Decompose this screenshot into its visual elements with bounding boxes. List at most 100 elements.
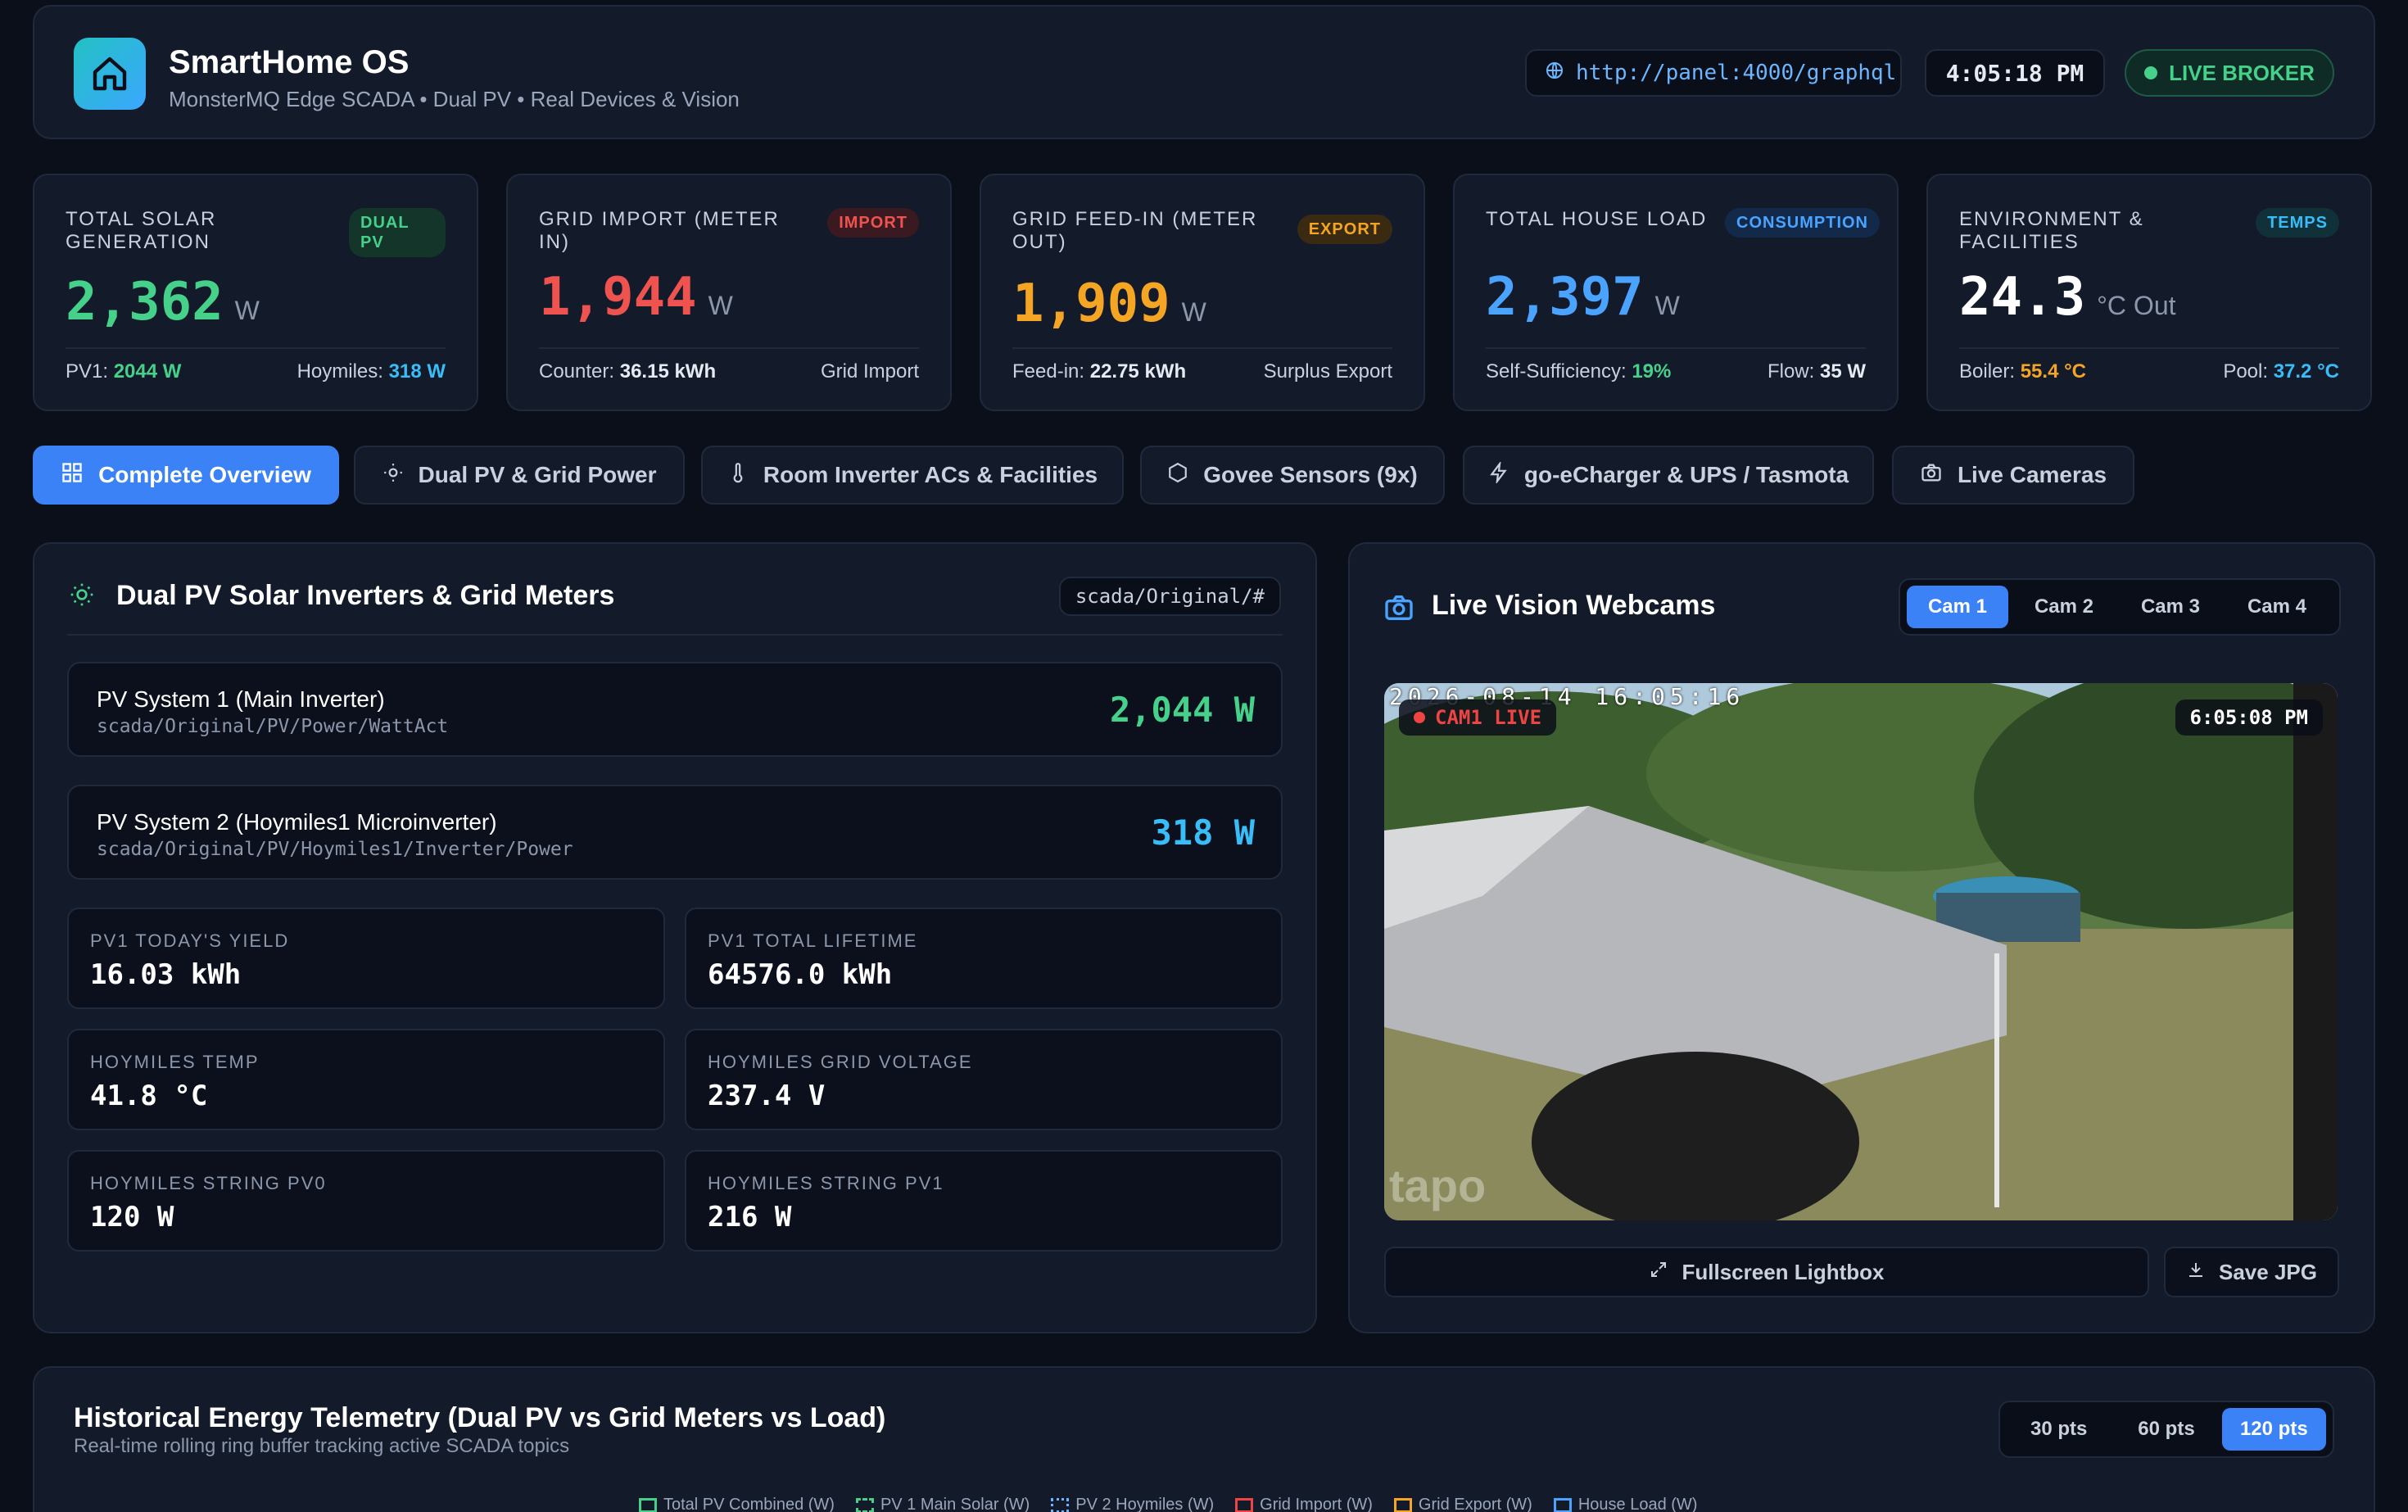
kpi-value-number: 1,909: [1012, 274, 1170, 334]
tapo-watermark-logo: tapo: [1389, 1160, 1487, 1211]
fullscreen-button[interactable]: Fullscreen Lightbox: [1384, 1247, 2149, 1297]
kpi-foot-value: 22.75 kWh: [1089, 360, 1187, 383]
kpi-foot-right: Surplus Export: [1264, 360, 1392, 383]
legend-label: Total PV Combined (W): [663, 1496, 835, 1512]
metric-card: HOYMILES STRING PV1 216 W: [685, 1150, 1283, 1252]
cam-tab-4[interactable]: Cam 4: [2226, 586, 2328, 628]
kpi-divider: [1486, 347, 1866, 349]
legend-swatch: [1051, 1497, 1070, 1512]
metric-value: 16.03 kWh: [90, 958, 242, 991]
status-dot-icon: [2144, 66, 2158, 79]
legend-swatch: [1553, 1497, 1572, 1512]
tab-govee-sensors[interactable]: Govee Sensors (9x): [1140, 446, 1445, 505]
kpi-foot-left: Counter: 36.15 kWh: [539, 360, 716, 383]
kpi-grid-import: GRID IMPORT (METER IN) IMPORT 1,944 W Cou…: [506, 174, 952, 411]
header-clock: 4:05:18 PM: [1925, 49, 2105, 97]
kpi-badge: EXPORT: [1297, 215, 1392, 244]
kpi-badge: IMPORT: [827, 208, 919, 238]
hexagon-icon: [1167, 462, 1188, 489]
kpi-environment: ENVIRONMENT & FACILITIES TEMPS 24.3 °C Ou…: [1926, 174, 2372, 411]
kpi-foot-label: Pool:: [2223, 360, 2269, 383]
metric-label: PV1 TODAY'S YIELD: [90, 930, 290, 951]
tab-label: go-eCharger & UPS / Tasmota: [1523, 462, 1849, 487]
app-subtitle: MonsterMQ Edge SCADA • Dual PV • Real De…: [169, 87, 740, 111]
row-value: 2,044 W: [1109, 690, 1255, 730]
tab-label: Govee Sensors (9x): [1203, 462, 1418, 487]
metric-card: PV1 TOTAL LIFETIME 64576.0 kWh: [685, 908, 1283, 1009]
kpi-value: 1,944 W: [539, 267, 733, 328]
kpi-value-number: 2,362: [66, 272, 224, 333]
metric-card: PV1 TODAY'S YIELD 16.03 kWh: [67, 908, 665, 1009]
row-name: PV System 1 (Main Inverter): [97, 686, 385, 712]
camera-scene-image: [1384, 683, 2338, 1220]
cam-tab-1[interactable]: Cam 1: [1907, 586, 2008, 628]
metric-value: 120 W: [90, 1201, 174, 1234]
legend-item[interactable]: PV 1 Main Solar (W): [855, 1496, 1030, 1512]
camera-feed[interactable]: 2026-08-14 16:05:16 CAM1 LIVE 6:05:08 PM…: [1384, 683, 2338, 1220]
camera-icon: [1383, 591, 1415, 628]
tab-live-cameras[interactable]: Live Cameras: [1892, 446, 2134, 505]
kpi-value: 2,362 W: [66, 272, 260, 333]
fullscreen-label: Fullscreen Lightbox: [1682, 1259, 1885, 1284]
points-120[interactable]: 120 pts: [2221, 1408, 2326, 1451]
points-30[interactable]: 30 pts: [2007, 1408, 2111, 1451]
kpi-foot-label: Boiler:: [1959, 360, 2016, 383]
kpi-foot-label: Hoymiles:: [296, 360, 383, 383]
live-badge: CAM1 LIVE: [1399, 699, 1557, 736]
kpi-foot-value: 37.2 °C: [2273, 360, 2339, 383]
legend-swatch: [639, 1497, 657, 1512]
legend-item[interactable]: House Load (W): [1553, 1496, 1697, 1512]
cam-tab-2[interactable]: Cam 2: [2013, 586, 2115, 628]
kpi-value: 1,909 W: [1012, 274, 1206, 334]
legend-item[interactable]: Total PV Combined (W): [639, 1496, 835, 1512]
kpi-label: GRID FEED-IN (METER OUT): [1012, 208, 1258, 253]
pv-system-2-row: PV System 2 (Hoymiles1 Microinverter) sc…: [67, 785, 1283, 880]
legend-swatch: [855, 1497, 874, 1512]
globe-icon: [1545, 61, 1564, 86]
kpi-label: ENVIRONMENT & FACILITIES: [1959, 208, 2144, 253]
kpi-unit: W: [234, 296, 260, 325]
kpi-foot-label: Counter:: [539, 360, 615, 383]
legend-item[interactable]: PV 2 Hoymiles (W): [1051, 1496, 1214, 1512]
points-60[interactable]: 60 pts: [2114, 1408, 2218, 1451]
metric-label: HOYMILES TEMP: [90, 1052, 260, 1072]
kpi-badge: CONSUMPTION: [1725, 208, 1880, 238]
metric-label: HOYMILES STRING PV1: [708, 1173, 944, 1193]
tab-label: Room Inverter ACs & Facilities: [763, 462, 1098, 487]
row-topic: scada/Original/PV/Power/WattAct: [97, 716, 449, 737]
points-selector: 30 pts 60 pts 120 pts: [1998, 1401, 2334, 1458]
row-topic: scada/Original/PV/Hoymiles1/Inverter/Pow…: [97, 839, 573, 860]
tab-label: Dual PV & Grid Power: [418, 462, 657, 487]
kpi-foot-label: Surplus Export: [1263, 360, 1392, 383]
pv-system-1-row: PV System 1 (Main Inverter) scada/Origin…: [67, 662, 1283, 757]
kpi-value-number: 1,944: [539, 267, 697, 328]
tab-echarger[interactable]: go-eCharger & UPS / Tasmota: [1463, 446, 1874, 505]
kpi-total-solar: TOTAL SOLAR GENERATION DUAL PV 2,362 W PV…: [33, 174, 478, 411]
tab-dual-pv[interactable]: Dual PV & Grid Power: [354, 446, 685, 505]
tab-label: Complete Overview: [98, 462, 311, 487]
tab-room-inverter[interactable]: Room Inverter ACs & Facilities: [701, 446, 1124, 505]
kpi-foot-label: PV1:: [66, 360, 109, 383]
kpi-foot-right: Hoymiles: 318 W: [297, 360, 446, 383]
kpi-foot-left: PV1: 2044 W: [66, 360, 181, 383]
legend-label: Grid Export (W): [1418, 1496, 1532, 1512]
kpi-foot-value: 36.15 kWh: [619, 360, 717, 383]
panel-title: Dual PV Solar Inverters & Grid Meters: [116, 580, 615, 611]
legend-item[interactable]: Grid Export (W): [1393, 1496, 1532, 1512]
grid-icon: [61, 461, 84, 490]
divider: [67, 634, 1283, 636]
graphql-endpoint[interactable]: http://panel:4000/graphql: [1525, 49, 1902, 97]
save-jpg-button[interactable]: Save JPG: [2164, 1247, 2339, 1297]
legend-label: Grid Import (W): [1260, 1496, 1373, 1512]
metric-card: HOYMILES GRID VOLTAGE 237.4 V: [685, 1029, 1283, 1130]
cam-tab-3[interactable]: Cam 3: [2120, 586, 2221, 628]
tab-label: Live Cameras: [1957, 462, 2107, 487]
history-title: Historical Energy Telemetry (Dual PV vs …: [74, 1402, 886, 1433]
download-icon: [2186, 1260, 2206, 1285]
kpi-unit: °C Out: [2097, 291, 2176, 320]
kpi-value: 24.3 °C Out: [1959, 267, 2176, 328]
tab-complete-overview[interactable]: Complete Overview: [33, 446, 339, 505]
sun-icon: [382, 462, 404, 489]
kpi-unit: W: [708, 291, 733, 320]
legend-item[interactable]: Grid Import (W): [1235, 1496, 1373, 1512]
